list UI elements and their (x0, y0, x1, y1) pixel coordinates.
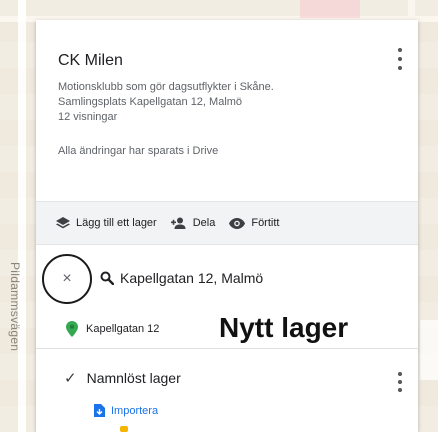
preview-button[interactable]: Förtitt (229, 217, 279, 229)
layer-header[interactable]: ✓ Namnlöst lager (64, 370, 181, 386)
checkbox-icon[interactable]: ✓ (64, 371, 77, 386)
share-button[interactable]: Dela (170, 217, 216, 229)
description-line: Motionsklubb som gör dagsutflykter i Skå… (58, 81, 274, 93)
preview-label: Förtitt (251, 217, 280, 229)
map-header: CK Milen Motionsklubb som gör dagsutflyk… (36, 20, 418, 207)
map-description[interactable]: Motionsklubb som gör dagsutflykter i Skå… (58, 80, 396, 110)
map-title[interactable]: CK Milen (58, 52, 396, 70)
more-vert-icon[interactable] (394, 372, 406, 392)
divider (36, 348, 418, 349)
add-layer-button[interactable]: Lägg till ett lager (56, 217, 157, 229)
close-highlight-circle: × (42, 254, 92, 304)
search-query-row[interactable]: Kapellgatan 12, Malmö (100, 270, 263, 286)
import-file-icon (94, 404, 105, 417)
layers-icon (56, 217, 70, 229)
import-label: Importera (111, 404, 159, 417)
add-person-icon (170, 217, 186, 229)
search-result-layer: × Kapellgatan 12, Malmö Kapellgatan 12 N… (36, 246, 418, 348)
close-icon[interactable]: × (62, 271, 71, 287)
search-query-text: Kapellgatan 12, Malmö (120, 270, 264, 286)
layer-title[interactable]: Namnlöst lager (87, 370, 181, 386)
add-layer-label: Lägg till ett lager (76, 217, 157, 229)
search-icon (100, 271, 114, 285)
layer-style-marker (120, 426, 128, 432)
share-label: Dela (192, 217, 216, 229)
map-area (420, 320, 438, 380)
new-layer-annotation: Nytt lager (219, 312, 349, 343)
map-pin-icon (66, 321, 78, 337)
street-label: Pildammsvägen (8, 262, 22, 352)
untitled-layer: ✓ Namnlöst lager Importera (36, 360, 418, 432)
view-count: 12 visningar (58, 111, 118, 123)
eye-icon (229, 217, 246, 229)
import-link[interactable]: Importera (94, 404, 158, 417)
map-legend-panel: CK Milen Motionsklubb som gör dagsutflyk… (36, 20, 418, 432)
search-result-item[interactable]: Kapellgatan 12 (66, 321, 159, 337)
more-vert-icon[interactable] (394, 48, 406, 70)
save-status: Alla ändringar har sparats i Drive (58, 145, 219, 157)
map-area (300, 0, 360, 18)
search-result-label: Kapellgatan 12 (86, 323, 160, 335)
description-line: Samlingsplats Kapellgatan 12, Malmö (58, 96, 243, 108)
map-toolbar: Lägg till ett lager Dela Förtitt (36, 201, 418, 245)
